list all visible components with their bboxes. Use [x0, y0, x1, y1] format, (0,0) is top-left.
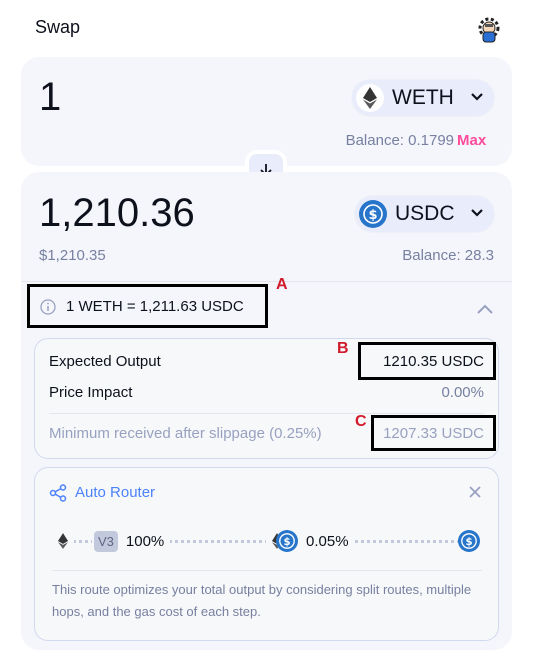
divider: [49, 413, 484, 414]
chevron-down-icon: [470, 89, 484, 107]
price-impact-value: 0.00%: [441, 384, 484, 401]
route-split-percent: 100%: [125, 532, 165, 550]
eth-icon: [356, 84, 384, 112]
output-token-label: USDC: [395, 202, 455, 225]
annotation-label-b: B: [337, 340, 349, 357]
chevron-up-icon: [477, 304, 493, 314]
input-amount-field[interactable]: 1: [39, 75, 61, 120]
max-button[interactable]: Max: [457, 132, 486, 149]
expected-output-label: Expected Output: [49, 353, 161, 370]
input-balance: Balance: 0.1799: [345, 132, 454, 149]
protocol-version-badge: V3: [94, 530, 118, 552]
min-received-label: Minimum received after slippage (0.25%): [49, 425, 322, 442]
route-split: V3 100%: [92, 528, 171, 554]
output-usd-value: $1,210.35: [39, 247, 106, 264]
collapse-details-button[interactable]: [476, 302, 494, 320]
price-impact-label: Price Impact: [49, 384, 133, 401]
svg-text:$: $: [465, 537, 472, 548]
input-token-selector[interactable]: WETH: [352, 80, 494, 116]
close-router-button[interactable]: [468, 485, 482, 504]
output-token-selector[interactable]: $ USDC: [355, 196, 494, 232]
auto-router-title: Auto Router: [75, 484, 156, 501]
annotation-label-c: C: [355, 413, 367, 430]
route-icon: [49, 484, 67, 507]
svg-text:$: $: [283, 537, 290, 548]
route-pool: $ 0.05%: [266, 528, 355, 554]
gear-avatar-icon: [478, 17, 500, 43]
annotation-box-c: [371, 415, 496, 451]
usdc-icon: $: [359, 200, 387, 228]
pool-fee-tier: 0.05%: [306, 532, 349, 550]
eth-icon: [52, 530, 74, 552]
router-description: This route optimizes your total output b…: [52, 570, 482, 623]
annotation-label-a: A: [276, 276, 288, 293]
annotation-box-b: [358, 342, 496, 380]
close-icon: [469, 486, 481, 498]
settings-button[interactable]: [476, 16, 502, 44]
annotation-box-a: [27, 284, 268, 328]
svg-text:$: $: [368, 208, 377, 223]
output-balance: Balance: 28.3: [402, 247, 494, 264]
usdc-icon: $: [276, 530, 298, 552]
chevron-down-icon: [470, 205, 484, 223]
output-amount-field[interactable]: 1,210.36: [39, 191, 195, 236]
input-token-label: WETH: [392, 86, 454, 109]
page-title: Swap: [35, 17, 81, 37]
usdc-icon: $: [458, 530, 480, 557]
divider: [21, 281, 512, 282]
